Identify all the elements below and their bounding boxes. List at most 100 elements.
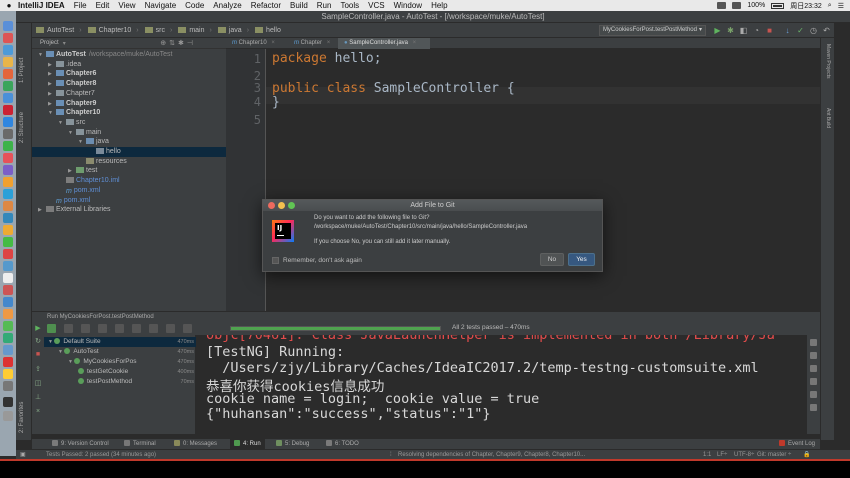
tree-item[interactable]: m pom.xml	[32, 186, 226, 196]
dock-app-icon[interactable]	[3, 345, 13, 355]
close-icon[interactable]: ×	[271, 40, 275, 46]
tree-item[interactable]: ▼ java	[32, 137, 226, 147]
test-tree-item[interactable]: testPostMethod 70ms	[44, 377, 196, 387]
hide-icon[interactable]: ⊣	[187, 40, 196, 47]
close-panel-icon[interactable]: ×	[34, 408, 42, 416]
no-button[interactable]: No	[540, 253, 564, 266]
dock-app-icon[interactable]	[3, 213, 13, 223]
rerun-failed-icon[interactable]: ↻	[34, 338, 42, 346]
console-output[interactable]: objc[70461]: Class JavaLaunchHelper is i…	[196, 335, 807, 434]
menu-build[interactable]: Build	[290, 1, 308, 10]
code-line-3[interactable]: public class SampleController {	[272, 81, 515, 96]
menu-tools[interactable]: Tools	[340, 1, 359, 10]
tree-item[interactable]: hello	[32, 147, 226, 157]
collapsed-arrow-icon[interactable]: ▶	[48, 79, 56, 89]
dock-app-icon[interactable]	[3, 81, 13, 91]
close-icon[interactable]: ×	[413, 40, 417, 46]
battery-icon[interactable]	[771, 2, 785, 9]
run-icon[interactable]: ▶	[713, 26, 722, 35]
tab-structure[interactable]: 2: Structure	[19, 112, 25, 143]
checkbox-box[interactable]	[272, 257, 279, 264]
tab-samplecontroller[interactable]: ● SampleController.java ×	[338, 38, 430, 49]
test-tree-item[interactable]: ▼ MyCookiesForPos 470ms	[44, 357, 196, 367]
tree-item[interactable]: ▶ Chapter8	[32, 79, 226, 89]
volume-icon[interactable]	[732, 2, 742, 9]
breadcrumb-main[interactable]: main ›	[178, 27, 212, 34]
collapsed-arrow-icon[interactable]: ▶	[48, 89, 56, 99]
dock-app-icon[interactable]	[3, 177, 13, 187]
dock-trash-icon[interactable]	[3, 411, 13, 421]
test-tree-item[interactable]: ▼ AutoTest 470ms	[44, 347, 196, 357]
menu-file[interactable]: File	[74, 1, 87, 10]
revert-icon[interactable]: ↶	[822, 26, 831, 35]
dock-app-icon[interactable]	[3, 381, 13, 391]
tab-chapter10[interactable]: m Chapter10 ×	[226, 38, 288, 49]
project-view-select[interactable]: Project	[40, 40, 59, 46]
console-line[interactable]: objc[70461]: Class JavaLaunchHelper is i…	[206, 335, 775, 343]
minimize-window-icon[interactable]	[278, 202, 285, 209]
dock-app-icon[interactable]	[3, 321, 13, 331]
collapsed-arrow-icon[interactable]: ▶	[48, 60, 56, 70]
expanded-arrow-icon[interactable]: ▼	[68, 128, 76, 138]
collapsed-arrow-icon[interactable]: ▶	[48, 99, 56, 109]
collapse-icon[interactable]: ⇅	[169, 40, 178, 47]
test-tree-item[interactable]: testGetCookie 400ms	[44, 367, 196, 377]
print-icon[interactable]	[810, 391, 817, 398]
expanded-arrow-icon[interactable]: ▼	[78, 137, 86, 147]
stop-icon[interactable]: ■	[765, 26, 774, 35]
remember-checkbox[interactable]: Remember, don't ask again	[272, 257, 362, 264]
apple-icon[interactable]: ●	[0, 1, 18, 10]
tree-item[interactable]: ▼ AutoTest/workspace/muke/AutoTest	[32, 50, 226, 60]
tree-item[interactable]: ▶ Chapter9	[32, 99, 226, 109]
tab-maven-projects[interactable]: Maven Projects	[825, 44, 831, 78]
tree-item[interactable]: ▶ Chapter6	[32, 69, 226, 79]
console-line[interactable]: [TestNG] Running:	[206, 344, 344, 360]
expanded-arrow-icon[interactable]: ▼	[58, 118, 66, 128]
dock-app-icon[interactable]	[3, 141, 13, 151]
dock-app-icon[interactable]	[3, 333, 13, 343]
test-tree-item[interactable]: ▼ Default Suite 470ms	[44, 337, 196, 347]
tree-item[interactable]: m pom.xml	[32, 196, 226, 206]
show-passed-icon[interactable]	[47, 324, 56, 333]
menu-edit[interactable]: Edit	[96, 1, 110, 10]
search-icon[interactable]: ⌕	[828, 2, 832, 10]
tree-item[interactable]: ▶ Chapter7	[32, 89, 226, 99]
wifi-icon[interactable]	[717, 2, 727, 9]
menu-help[interactable]: Help	[431, 1, 447, 10]
dock-app-icon[interactable]	[3, 189, 13, 199]
menu-refactor[interactable]: Refactor	[251, 1, 281, 10]
scroll-down-icon[interactable]	[810, 352, 817, 359]
dock-app-icon[interactable]	[3, 225, 13, 235]
dock-app-icon[interactable]	[3, 69, 13, 79]
profile-icon[interactable]: ◔	[752, 26, 761, 35]
breadcrumb-hello[interactable]: hello	[255, 27, 281, 34]
breadcrumb-src[interactable]: src ›	[144, 27, 172, 34]
soft-wrap-icon[interactable]	[810, 365, 817, 372]
menu-vcs[interactable]: VCS	[368, 1, 384, 10]
yes-button[interactable]: Yes	[568, 253, 595, 266]
console-line[interactable]: /Users/zjy/Library/Caches/IdeaIC2017.2/t…	[206, 360, 758, 376]
breadcrumb-autotest[interactable]: AutoTest ›	[36, 27, 82, 34]
close-icon[interactable]: ×	[327, 40, 331, 46]
show-ignored-icon[interactable]	[64, 324, 73, 333]
collapse-all-icon[interactable]	[132, 324, 141, 333]
expanded-arrow-icon[interactable]: ▼	[48, 108, 56, 118]
debug-icon[interactable]: ✱	[726, 26, 735, 35]
vcs-commit-icon[interactable]: ✓	[796, 26, 805, 35]
menu-window[interactable]: Window	[394, 1, 422, 10]
tab-project[interactable]: 1: Project	[19, 58, 25, 83]
tab-favorites[interactable]: 2: Favorites	[19, 402, 25, 433]
dock-app-icon[interactable]	[3, 357, 13, 367]
dock-app-icon[interactable]	[3, 237, 13, 247]
clear-all-icon[interactable]	[810, 404, 817, 411]
scroll-up-icon[interactable]	[810, 339, 817, 346]
export-icon[interactable]: ⇪	[34, 366, 42, 374]
dock-app-icon[interactable]	[3, 285, 13, 295]
menu-analyze[interactable]: Analyze	[213, 1, 241, 10]
dock-app-icon[interactable]	[3, 45, 13, 55]
tree-item[interactable]: ▶ test	[32, 166, 226, 176]
code-line-4[interactable]: }	[272, 95, 280, 110]
dock-app-icon[interactable]	[3, 93, 13, 103]
expand-all-icon[interactable]	[115, 324, 124, 333]
breadcrumb-chapter10[interactable]: Chapter10 ›	[87, 27, 139, 34]
